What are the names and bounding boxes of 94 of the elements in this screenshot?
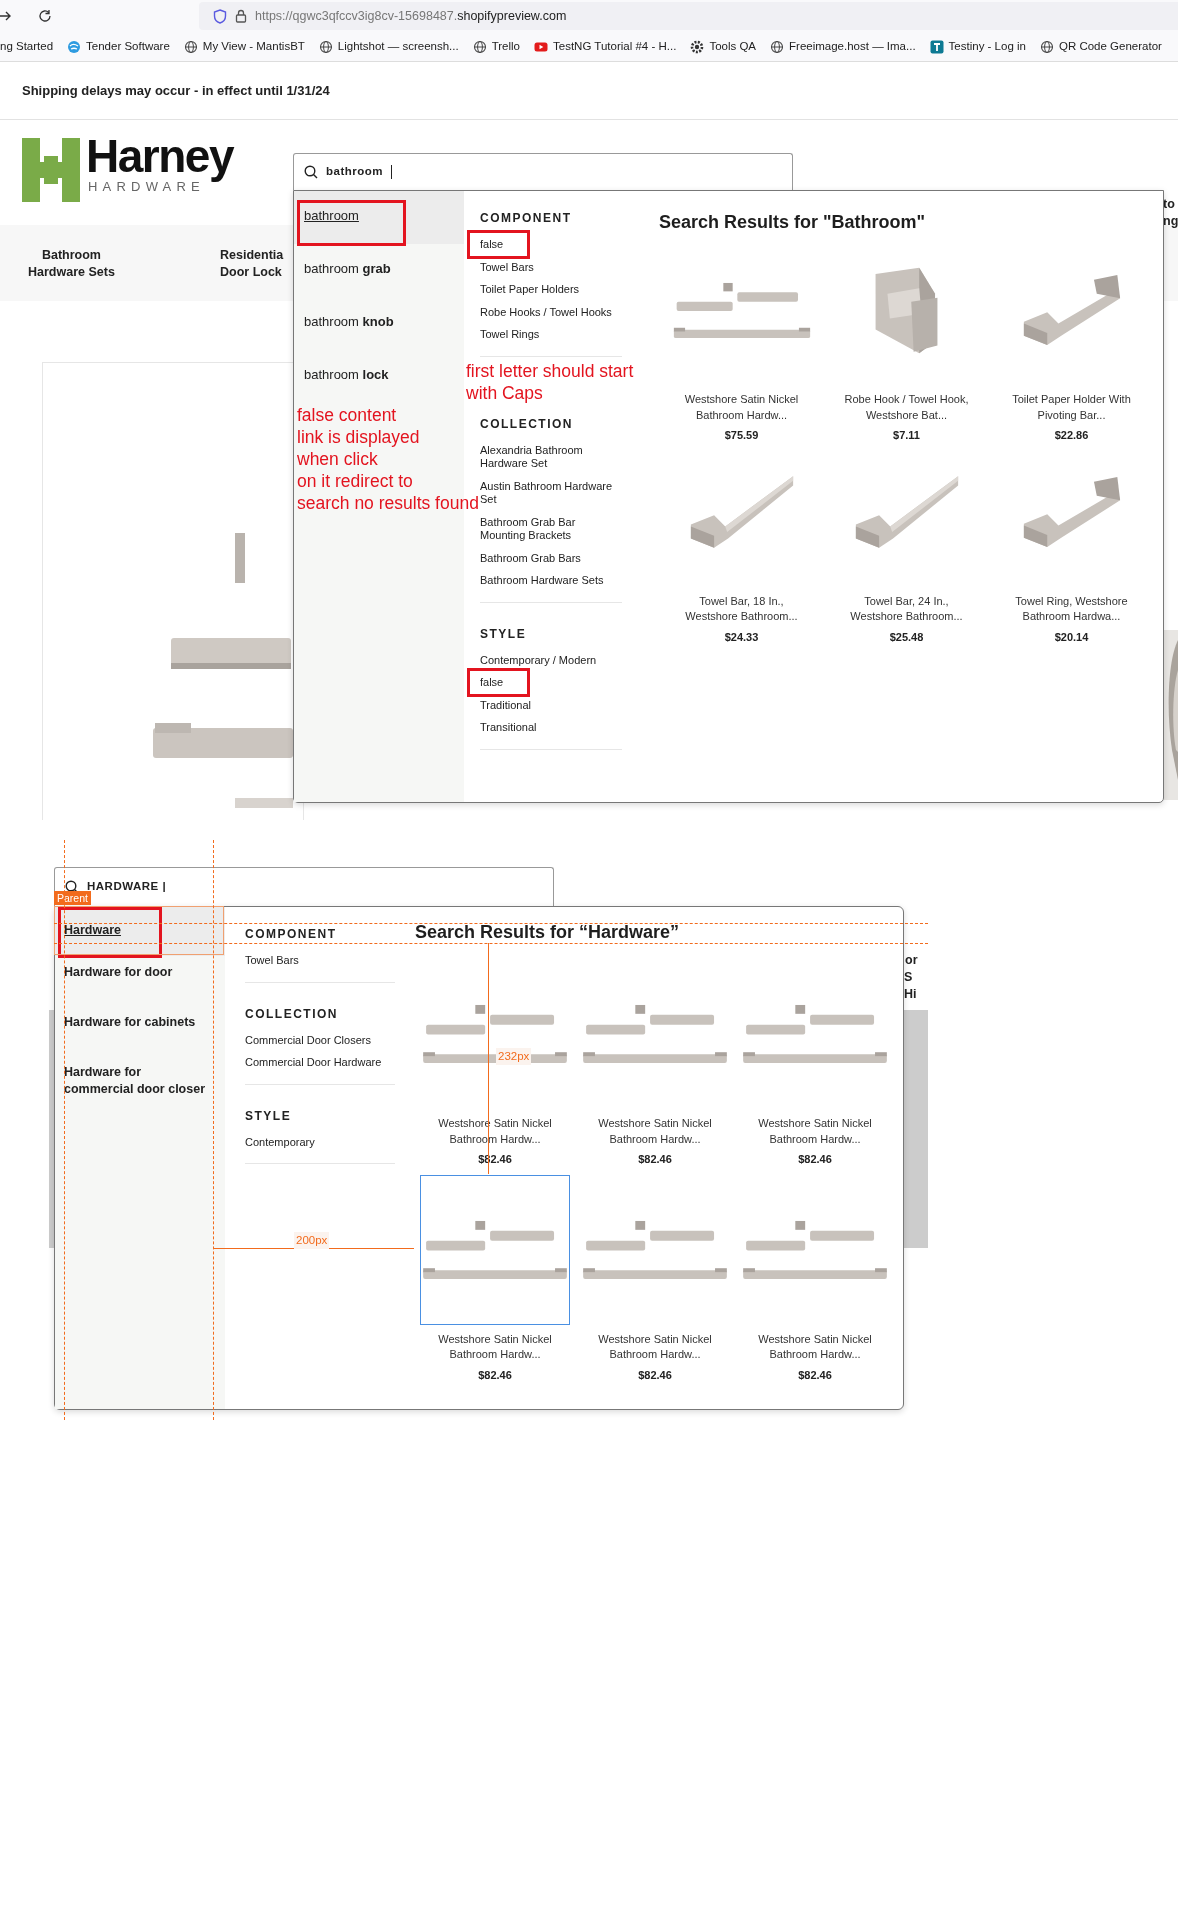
reload-icon xyxy=(38,9,52,23)
product-price: $82.46 xyxy=(477,1367,513,1383)
suggestion-item[interactable]: Hardware for cabinets xyxy=(55,1006,225,1056)
product-price: $7.11 xyxy=(892,428,921,443)
product-price: $24.33 xyxy=(723,629,760,645)
lock-icon xyxy=(235,9,247,23)
search-icon xyxy=(304,165,318,179)
suggestion-item[interactable]: bathroom xyxy=(294,191,464,244)
gear-icon xyxy=(690,39,705,54)
category-link[interactable]: Austin Bathroom Hardware Set xyxy=(480,479,622,507)
globe-icon xyxy=(318,39,333,54)
results-heading: Search Results for "Bathroom" xyxy=(659,211,926,234)
bookmark-link[interactable]: Lightshot — screensh... xyxy=(318,37,459,56)
product-name[interactable]: Westshore Satin Nickel Bathroom Hardw... xyxy=(735,1331,895,1363)
group-heading: COMPONENT xyxy=(245,926,337,943)
bookmark-link[interactable]: Tools QA xyxy=(690,37,757,56)
bookmark-link[interactable]: TestNG Tutorial #4 - H... xyxy=(534,37,677,56)
category-link[interactable]: Robe Hooks / Towel Hooks xyxy=(480,305,622,319)
category-link[interactable]: false xyxy=(480,238,622,252)
annotation-note: first letter should start with Caps xyxy=(466,360,634,404)
address-bar[interactable]: https://qgwc3qfccv3ig8cv-15698487.shopifypreview.com xyxy=(199,2,1178,30)
results-heading: Search Results for “Hardware” xyxy=(415,921,680,944)
product-price: $82.46 xyxy=(797,1367,833,1383)
nav-link[interactable]: to ng xyxy=(1163,196,1178,230)
nav-link[interactable]: or S Hi xyxy=(904,952,928,1003)
measurement-label: 232px xyxy=(496,1048,532,1066)
tile-icon xyxy=(929,39,944,54)
bookmark-link[interactable]: QR Code Generator xyxy=(1039,37,1162,56)
product-name[interactable]: Towel Ring, Westshore Bathroom Hardwa... xyxy=(989,593,1154,625)
category-link[interactable]: Towel Rings xyxy=(480,328,622,342)
shield-icon xyxy=(213,8,227,24)
category-link[interactable]: false xyxy=(480,676,622,690)
swirl-icon xyxy=(67,39,82,54)
category-link[interactable]: Towel Bars xyxy=(480,260,622,274)
product-name[interactable]: Westshore Satin Nickel Bathroom Hardw... xyxy=(575,1116,735,1147)
suggestion-item[interactable]: Hardware for commercial door closer xyxy=(55,1056,225,1106)
parent-tag: Parent xyxy=(54,891,91,905)
group-heading: STYLE xyxy=(245,1107,292,1125)
globe-icon xyxy=(770,39,785,54)
bookmark-link[interactable]: Trello xyxy=(472,37,520,56)
product-price: $75.59 xyxy=(723,428,760,443)
category-link[interactable]: Commercial Door Closers xyxy=(245,1033,395,1047)
category-link[interactable]: Bathroom Hardware Sets xyxy=(480,574,622,588)
category-link[interactable]: Toilet Paper Holders xyxy=(480,283,622,297)
group-heading: COMPONENT xyxy=(480,210,572,227)
category-link[interactable]: Commercial Door Hardware xyxy=(245,1056,395,1070)
suggestion-item[interactable]: Hardware for door xyxy=(55,956,225,1006)
globe-icon xyxy=(472,39,487,54)
logo-wordmark: Harney xyxy=(86,132,233,180)
suggestion-item[interactable]: Hardware xyxy=(55,907,225,956)
globe-icon xyxy=(183,39,198,54)
product-price: $25.48 xyxy=(888,629,925,645)
product-name[interactable]: Westshore Satin Nickel Bathroom Hardw... xyxy=(659,392,824,423)
bookmark-link[interactable]: My View - MantisBT xyxy=(183,37,305,56)
category-link[interactable]: Bathroom Grab Bar Mounting Brackets xyxy=(480,515,622,543)
suggestion-item[interactable]: bathroom knob xyxy=(294,297,464,350)
nav-link[interactable]: Bathroom Hardware Sets xyxy=(28,247,115,281)
group-heading: COLLECTION xyxy=(480,415,573,433)
globe-icon xyxy=(1039,39,1054,54)
product-name[interactable]: Robe Hook / Towel Hook, Westshore Bat... xyxy=(824,392,989,423)
search-field[interactable]: bathroom xyxy=(293,153,793,190)
product-price: $82.46 xyxy=(637,1367,673,1383)
product-name[interactable]: Westshore Satin Nickel Bathroom Hardw... xyxy=(415,1331,575,1363)
category-link[interactable]: Transitional xyxy=(480,721,622,735)
category-link[interactable]: Contemporary xyxy=(245,1135,395,1149)
product-price: $82.46 xyxy=(797,1152,833,1167)
url-text: https://qgwc3qfccv3ig8cv-15698487.shopifypreview.com xyxy=(255,7,567,25)
group-heading: STYLE xyxy=(480,625,527,643)
shipping-notice: Shipping delays may occur - in effect until 1/31/24 xyxy=(0,62,1178,120)
annotation-note: false content link is displayed when click on it redirect to search no results found xyxy=(297,404,479,514)
category-link[interactable]: Traditional xyxy=(480,698,622,712)
suggestion-item[interactable]: bathroom lock xyxy=(294,350,464,403)
product-name[interactable]: Westshore Satin Nickel Bathroom Hardw... xyxy=(575,1331,735,1363)
nav-link[interactable]: Residentia Door Lock xyxy=(220,247,284,281)
logo-icon xyxy=(22,138,80,202)
bookmark-link[interactable]: Tender Software xyxy=(67,37,170,56)
category-link[interactable]: Towel Bars xyxy=(245,954,395,968)
bookmark-link[interactable]: ng Started xyxy=(0,37,54,56)
category-link[interactable]: Bathroom Grab Bars xyxy=(480,551,622,565)
product-price: $22.86 xyxy=(1053,428,1090,443)
product-name[interactable]: Towel Bar, 24 In., Westshore Bathroom... xyxy=(824,593,989,625)
product-name[interactable]: Westshore Satin Nickel Bathroom Hardw... xyxy=(735,1116,895,1147)
category-link[interactable]: Alexandria Bathroom Hardware Set xyxy=(480,443,622,471)
category-link[interactable]: Contemporary / Modern xyxy=(480,653,622,667)
group-heading: COLLECTION xyxy=(245,1005,338,1023)
suggestion-item[interactable]: bathroom grab xyxy=(294,244,464,297)
product-name[interactable]: Toilet Paper Holder With Pivoting Bar... xyxy=(989,392,1154,423)
product-price: $82.46 xyxy=(637,1152,673,1167)
bookmark-link[interactable]: Freeimage.host — Ima... xyxy=(770,37,916,56)
logo-tagline: HARDWARE xyxy=(88,180,205,193)
product-name[interactable]: Towel Bar, 18 In., Westshore Bathroom... xyxy=(659,593,824,625)
measurement-label: 200px xyxy=(294,1232,330,1250)
product-price: $20.14 xyxy=(1053,629,1090,645)
bookmark-link[interactable]: Testiny - Log in xyxy=(929,37,1026,56)
